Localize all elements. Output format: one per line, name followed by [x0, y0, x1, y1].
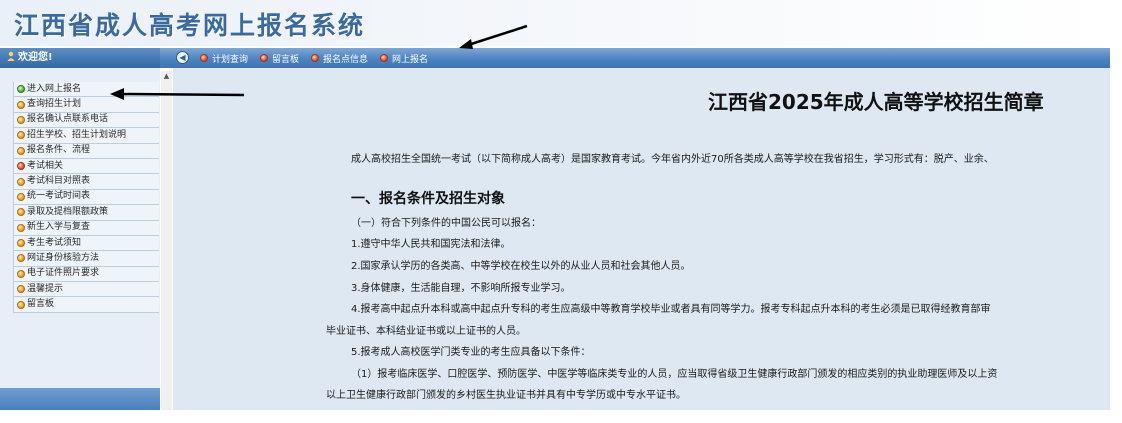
bullet-icon	[200, 54, 208, 62]
sidebar-item-label: 温馨提示	[27, 283, 64, 294]
page-title: 江西省2025年成人高等学校招生简章	[708, 90, 1044, 114]
sidebar-item[interactable]: 录取及提档限额政策	[13, 205, 159, 221]
main-content: 江西省2025年成人高等学校招生简章 成人高校招生全国统一考试（以下简称成人高考…	[173, 68, 1110, 410]
nav-link-message-board[interactable]: 留言板	[260, 52, 299, 65]
nav-link-label: 留言板	[272, 54, 300, 65]
sidebar: 进入网上报名 查询招生计划报名确认点联系电话招生学校、招生计划说明 报名条件、流程考…	[0, 68, 160, 410]
text-line: 4.报考高中起点升本科或高中起点升专科的考生应高级中等教育学校毕业或者具有同等学…	[351, 304, 991, 315]
nav-link-label: 计划查询	[212, 54, 249, 65]
sidebar-item-label: 报名条件、流程	[27, 145, 91, 156]
sidebar-item-label: 进入网上报名	[27, 83, 82, 94]
bullet-icon	[17, 177, 25, 186]
bullet-icon	[17, 100, 25, 109]
sidebar-item-label: 招生学校、招生计划说明	[27, 129, 127, 140]
nav-link-plan-query[interactable]: 计划查询	[200, 52, 248, 65]
sidebar-item[interactable]: 进入网上报名	[13, 82, 159, 98]
sidebar-item[interactable]: 考生考试须知	[13, 235, 159, 252]
nav-link-label: 报名点信息	[323, 54, 369, 65]
scrollbar[interactable]: ▲	[161, 71, 172, 410]
welcome-text: 欢迎您!	[18, 52, 53, 63]
top-navbar: 欢迎您! ◀ 计划查询 留言板 报名点信息 网上报名	[0, 48, 1110, 68]
sidebar-item[interactable]: 报名条件、流程	[13, 143, 159, 159]
sidebar-item-label: 留言板	[27, 299, 55, 310]
sidebar-item-label: 新生入学与复查	[27, 222, 91, 233]
sidebar-item-label: 考试科目对照表	[27, 176, 91, 187]
text-line: 2.国家承认学历的各类高、中等学校在校生以外的从业人员和社会其他人员。	[351, 261, 691, 272]
intro-paragraph: 成人高校招生全国统一考试（以下简称成人高考）是国家教育考试。今年省内外近70所各…	[351, 154, 994, 165]
site-header: 江西省成人高考网上报名系统	[0, 0, 1110, 46]
text-line: 毕业证书、本科结业证书或以上证书的人员。	[326, 326, 526, 337]
text-line: 5.报考成人高校医学门类专业的考生应具备以下条件：	[351, 347, 591, 358]
sidebar-item-label: 查询招生计划	[27, 99, 82, 110]
sidebar-menu: 进入网上报名 查询招生计划报名确认点联系电话招生学校、招生计划说明 报名条件、流程考…	[13, 82, 159, 313]
sidebar-item-label: 考试相关	[27, 160, 64, 171]
bullet-icon	[260, 54, 269, 62]
text-line: 以上卫生健康行政部门颁发的乡村医生执业证书并具有中专学历或中专水平证书。	[326, 390, 686, 401]
sidebar-footer	[0, 388, 160, 410]
nav-link-label: 网上报名	[392, 54, 429, 65]
site-title: 江西省成人高考网上报名系统	[14, 11, 366, 40]
sidebar-item[interactable]: 网证身份核验方法	[13, 251, 159, 267]
bullet-icon	[17, 115, 25, 124]
text-line: （一）符合下列条件的中国公民可以报名：	[351, 218, 541, 229]
sidebar-item[interactable]: 新生入学与复查	[13, 220, 159, 236]
sidebar-item-label: 报名确认点联系电话	[27, 114, 109, 125]
bullet-icon	[17, 146, 25, 155]
bullet-icon	[17, 254, 25, 263]
bullet-icon	[17, 208, 25, 217]
sidebar-item-label: 录取及提档限额政策	[27, 206, 109, 217]
bullet-icon	[17, 131, 25, 140]
sidebar-item-label: 统一考试时间表	[27, 191, 91, 202]
sidebar-item[interactable]: 留言板	[13, 297, 159, 313]
sidebar-item[interactable]: 温馨提示	[13, 282, 159, 298]
bullet-icon	[311, 54, 320, 62]
nav-link-registration-sites[interactable]: 报名点信息	[311, 52, 368, 65]
scroll-up-arrow-icon[interactable]: ▲	[161, 71, 172, 81]
user-icon	[7, 49, 15, 61]
nav-links: 计划查询 留言板 报名点信息 网上报名	[200, 48, 440, 68]
bullet-icon	[17, 162, 25, 171]
sidebar-item[interactable]: 电子证件照片要求	[13, 266, 159, 283]
welcome-banner: 欢迎您!	[0, 48, 160, 68]
bullet-icon	[17, 223, 25, 232]
sidebar-item[interactable]: 考试科目对照表	[13, 174, 159, 190]
text-line: 1.遵守中华人民共和国宪法和法律。	[351, 239, 511, 250]
text-line: 3.身体健康，生活能自理，不影响所报专业学习。	[351, 283, 571, 294]
bullet-icon	[17, 300, 25, 309]
bullet-icon	[17, 269, 25, 278]
bullet-icon	[380, 54, 389, 62]
section-heading: 一、报名条件及招生对象	[351, 191, 505, 207]
sidebar-item-label: 考生考试须知	[27, 237, 82, 248]
bullet-icon	[17, 239, 25, 248]
sidebar-item[interactable]: 报名确认点联系电话	[13, 112, 159, 129]
bullet-icon	[17, 192, 25, 201]
bullet-icon	[17, 85, 25, 94]
sidebar-item-label: 电子证件照片要求	[27, 268, 100, 279]
left-arrow-circle-icon[interactable]: ◀	[176, 51, 189, 64]
nav-link-online-registration[interactable]: 网上报名	[380, 52, 428, 65]
text-line: （1）报考临床医学、口腔医学、预防医学、中医学等临床类专业的人员，应当取得省级卫…	[351, 369, 998, 380]
bullet-icon	[17, 285, 25, 294]
sidebar-item[interactable]: 考试相关	[13, 158, 159, 175]
sidebar-item[interactable]: 统一考试时间表	[13, 189, 159, 206]
sidebar-item[interactable]: 查询招生计划	[13, 97, 159, 113]
sidebar-item[interactable]: 招生学校、招生计划说明	[13, 128, 159, 144]
sidebar-item-label: 网证身份核验方法	[27, 253, 100, 263]
